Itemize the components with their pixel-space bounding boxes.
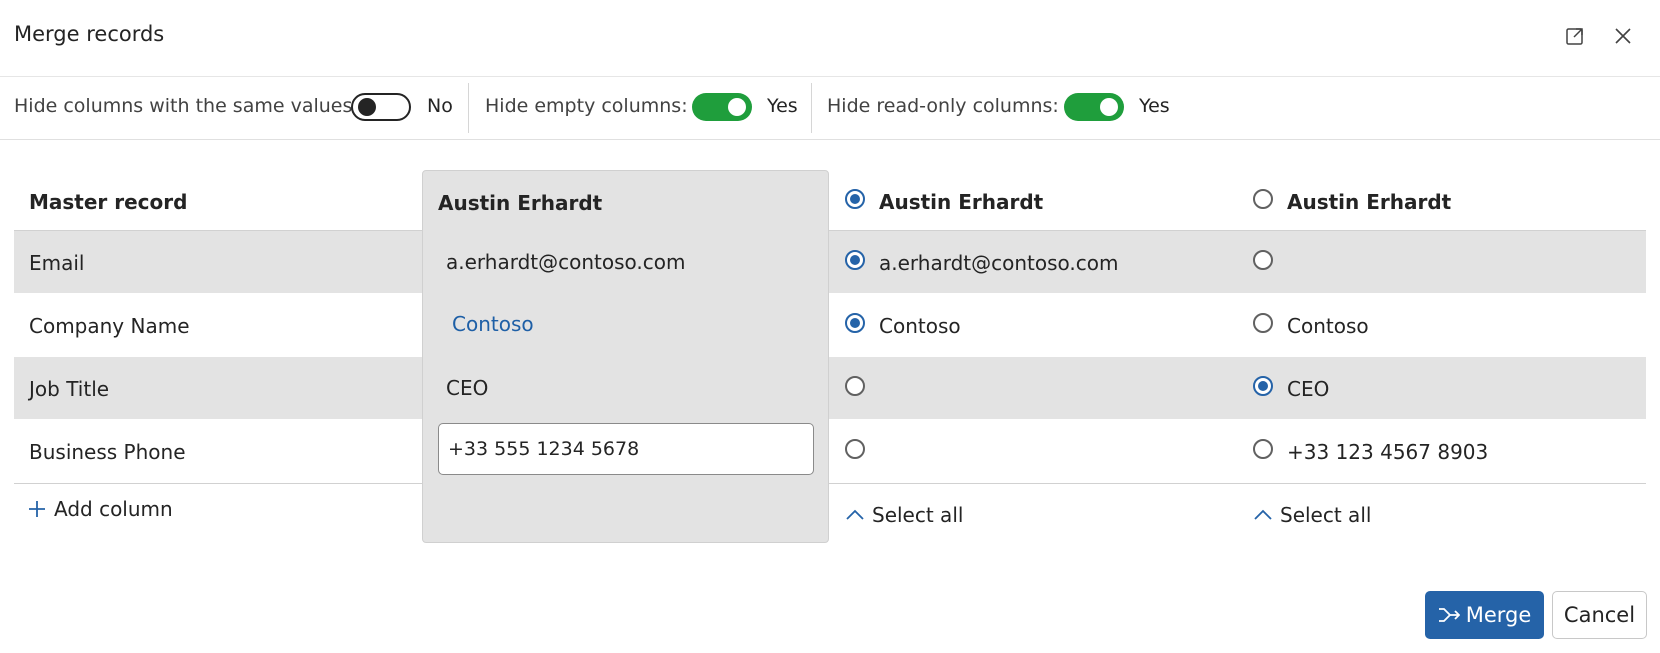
email-column-2-radio[interactable] [845, 250, 865, 270]
column-2-select-all[interactable]: Select all [846, 503, 963, 527]
row-label-business-phone: Business Phone [29, 440, 186, 464]
dialog-title: Merge records [14, 22, 165, 46]
column-3-radio[interactable] [1253, 189, 1273, 209]
plus-icon [29, 501, 45, 517]
email-column-2-value: a.erhardt@contoso.com [879, 251, 1119, 275]
email-column-3-radio[interactable] [1253, 250, 1273, 270]
master-column-panel [422, 170, 829, 543]
table-row [14, 231, 1646, 293]
job-title-column-2-radio[interactable] [845, 376, 865, 396]
phone-column-3-radio[interactable] [1253, 439, 1273, 459]
chevron-up-icon [846, 509, 864, 520]
phone-column-2-radio[interactable] [845, 439, 865, 459]
close-icon [1615, 28, 1631, 44]
hide-same-values-state: No [427, 95, 453, 117]
add-column-label: Add column [54, 497, 173, 521]
company-column-3-radio[interactable] [1253, 313, 1273, 333]
merge-button[interactable]: Merge [1425, 591, 1544, 639]
header-divider [14, 230, 1646, 231]
job-title-column-3-value: CEO [1287, 377, 1330, 401]
column-3-select-all[interactable]: Select all [1254, 503, 1371, 527]
hide-read-only-toggle[interactable] [1064, 93, 1124, 121]
toolbar-divider [811, 83, 812, 133]
merge-label: Merge [1465, 603, 1532, 627]
master-job-title-value: CEO [446, 376, 489, 400]
hide-empty-state: Yes [767, 95, 798, 117]
company-column-3-value: Contoso [1287, 314, 1369, 338]
phone-column-3-value: +33 123 4567 8903 [1287, 440, 1489, 464]
cancel-label: Cancel [1563, 603, 1636, 627]
master-record-header: Master record [29, 190, 188, 214]
close-button[interactable] [1611, 24, 1635, 48]
master-email-value: a.erhardt@contoso.com [446, 250, 686, 274]
table-row [14, 357, 1646, 419]
popout-icon [1566, 28, 1583, 45]
master-column-header: Austin Erhardt [438, 191, 603, 215]
column-2-radio[interactable] [845, 189, 865, 209]
add-column-button[interactable]: Add column [28, 497, 173, 521]
hide-empty-label: Hide empty columns: [485, 95, 688, 117]
hide-same-values-toggle[interactable] [351, 93, 411, 121]
table-bottom-divider [14, 483, 1646, 484]
row-label-job-title: Job Title [29, 377, 110, 401]
company-column-2-radio[interactable] [845, 313, 865, 333]
popout-button[interactable] [1563, 24, 1587, 48]
company-column-2-value: Contoso [879, 314, 961, 338]
hide-same-values-label: Hide columns with the same values: [14, 95, 359, 117]
hide-read-only-state: Yes [1139, 95, 1170, 117]
select-all-label: Select all [1280, 503, 1372, 527]
column-3-header: Austin Erhardt [1287, 190, 1452, 214]
row-label-company-name: Company Name [29, 314, 190, 338]
select-all-label: Select all [872, 503, 964, 527]
row-label-email: Email [29, 251, 85, 275]
job-title-column-3-radio[interactable] [1253, 376, 1273, 396]
toolbar-divider [468, 83, 469, 133]
hide-empty-toggle[interactable] [692, 93, 752, 121]
hide-read-only-label: Hide read-only columns: [827, 95, 1059, 117]
merge-icon [1438, 608, 1460, 622]
filter-toolbar: Hide columns with the same values: No Hi… [0, 76, 1660, 140]
master-business-phone-input[interactable] [438, 423, 814, 475]
cancel-button[interactable]: Cancel [1552, 591, 1647, 639]
master-company-link[interactable]: Contoso [452, 312, 534, 336]
chevron-up-icon [1254, 509, 1272, 520]
column-2-header: Austin Erhardt [879, 190, 1044, 214]
